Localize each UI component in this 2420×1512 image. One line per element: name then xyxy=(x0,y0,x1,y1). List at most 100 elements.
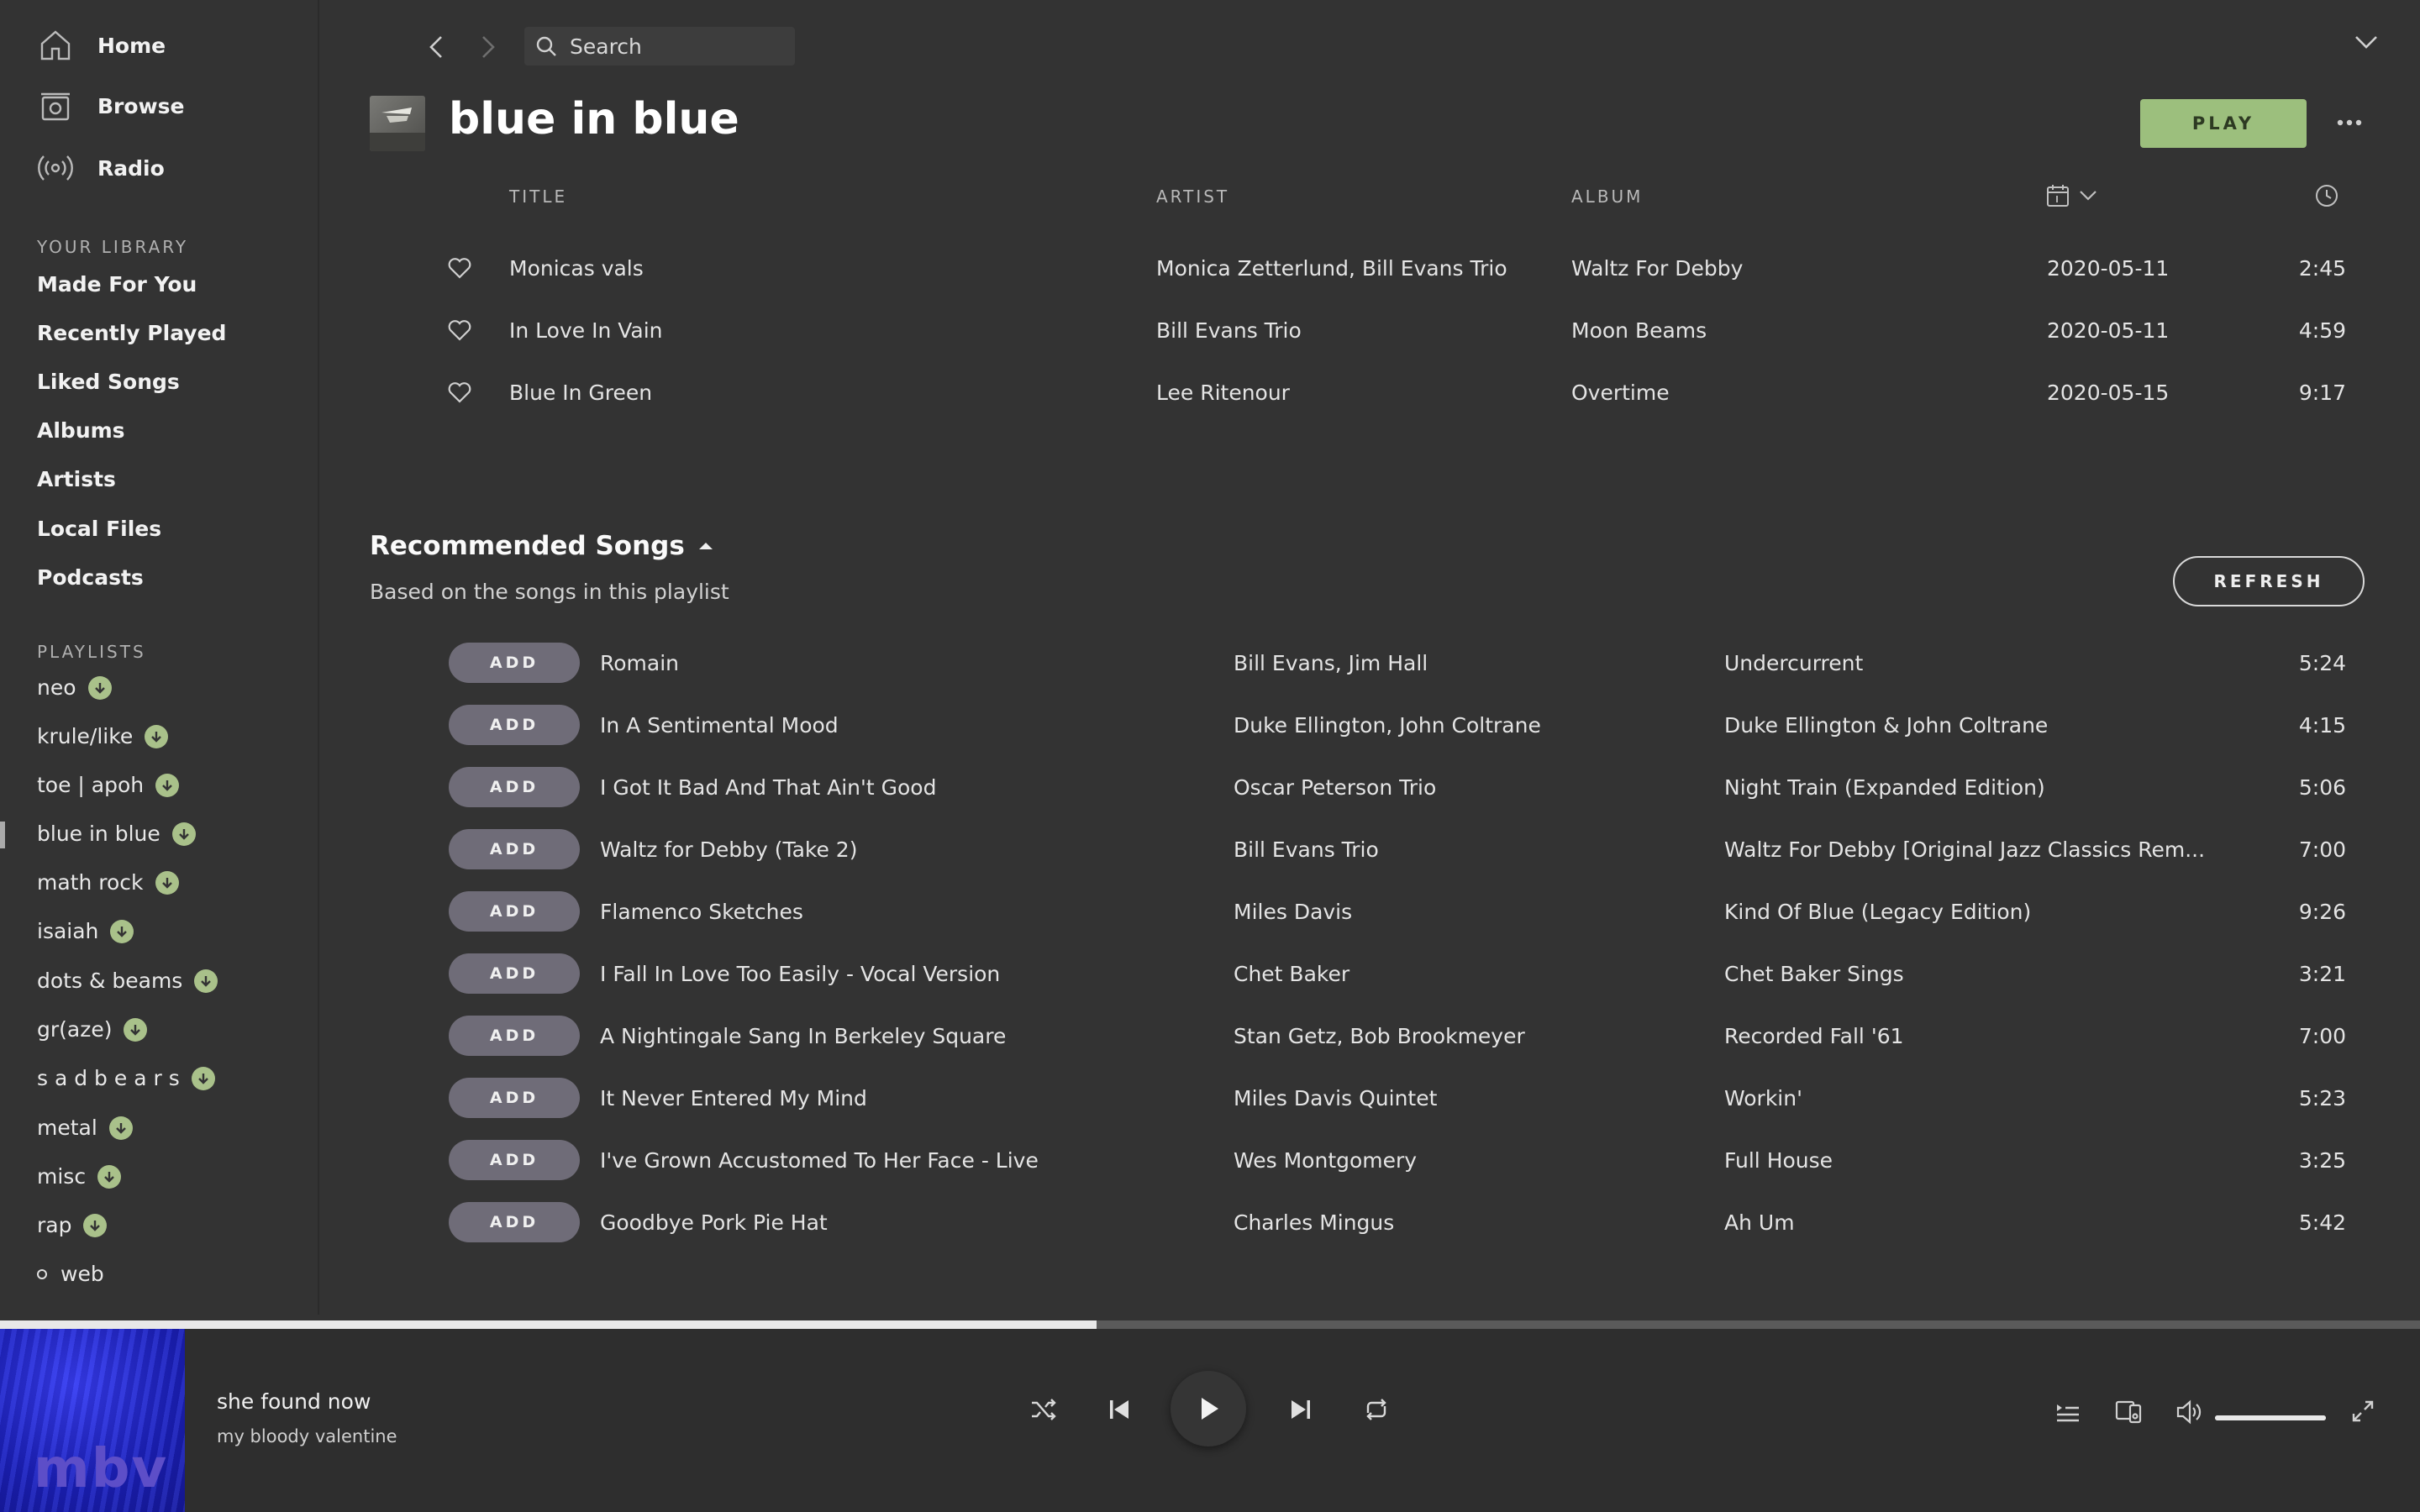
library-liked-songs[interactable]: Liked Songs xyxy=(37,370,180,394)
recommended-album[interactable]: Recorded Fall '61 xyxy=(1724,1005,1904,1067)
previous-button[interactable] xyxy=(1106,1396,1133,1423)
recommended-artist[interactable]: Stan Getz, Bob Brookmeyer xyxy=(1234,1005,1525,1067)
more-options-button[interactable] xyxy=(2333,108,2366,138)
track-album[interactable]: Waltz For Debby xyxy=(1571,237,1743,299)
add-button[interactable]: ADD xyxy=(449,1140,580,1180)
track-album[interactable]: Overtime xyxy=(1571,361,1670,423)
recommended-row[interactable]: ADD I Fall In Love Too Easily - Vocal Ver… xyxy=(370,942,2366,1005)
add-button[interactable]: ADD xyxy=(449,1078,580,1118)
recommended-artist[interactable]: Miles Davis Quintet xyxy=(1234,1067,1437,1129)
playlist-item-isaiah[interactable]: isaiah xyxy=(37,919,134,943)
recommended-artist[interactable]: Chet Baker xyxy=(1234,942,1349,1005)
recommended-row[interactable]: ADD I've Grown Accustomed To Her Face - L… xyxy=(370,1129,2366,1191)
recommended-album[interactable]: Chet Baker Sings xyxy=(1724,942,1904,1005)
nav-radio[interactable]: Radio xyxy=(37,144,165,192)
connect-device-button[interactable] xyxy=(2114,1398,2143,1426)
playlist-item-dots-beams[interactable]: dots & beams xyxy=(37,969,218,993)
nav-home[interactable]: Home xyxy=(37,22,166,69)
heart-icon[interactable] xyxy=(447,318,472,343)
volume-button[interactable] xyxy=(2175,1398,2203,1426)
account-dropdown[interactable] xyxy=(2349,25,2383,59)
recommended-row[interactable]: ADD A Nightingale Sang In Berkeley Square… xyxy=(370,1005,2366,1067)
add-button[interactable]: ADD xyxy=(449,829,580,869)
forward-button[interactable] xyxy=(471,30,504,64)
recommended-album[interactable]: Full House xyxy=(1724,1129,1833,1191)
fullscreen-button[interactable] xyxy=(2349,1398,2376,1425)
track-artist[interactable]: Bill Evans Trio xyxy=(1156,299,1302,361)
playlist-item-math-rock[interactable]: math rock xyxy=(37,870,179,895)
recommended-album[interactable]: Ah Um xyxy=(1724,1191,1795,1253)
track-row[interactable]: Blue In Green Lee Ritenour Overtime 2020-05… xyxy=(370,361,2366,423)
library-podcasts[interactable]: Podcasts xyxy=(37,565,144,590)
column-date-added[interactable] xyxy=(2045,183,2101,208)
recommended-album[interactable]: Undercurrent xyxy=(1724,632,1863,694)
recommended-artist[interactable]: Bill Evans, Jim Hall xyxy=(1234,632,1428,694)
column-album[interactable]: ALBUM xyxy=(1571,186,1643,207)
next-button[interactable] xyxy=(1287,1396,1314,1423)
recommended-artist[interactable]: Duke Ellington, John Coltrane xyxy=(1234,694,1541,756)
add-button[interactable]: ADD xyxy=(449,643,580,683)
playlist-item-rap[interactable]: rap xyxy=(37,1213,108,1237)
column-title[interactable]: TITLE xyxy=(509,186,567,207)
column-duration[interactable] xyxy=(2314,183,2339,208)
now-playing-album-art[interactable]: mbv xyxy=(0,1329,185,1512)
playlist-item-toe-apoh[interactable]: toe | apoh xyxy=(37,773,180,797)
recommended-row[interactable]: ADD Goodbye Pork Pie Hat Charles Mingus Ah … xyxy=(370,1191,2366,1253)
heart-icon[interactable] xyxy=(447,255,472,281)
track-artist[interactable]: Lee Ritenour xyxy=(1156,361,1290,423)
recommended-row[interactable]: ADD Romain Bill Evans, Jim Hall Undercurren… xyxy=(370,632,2366,694)
refresh-button[interactable]: REFRESH xyxy=(2173,556,2365,606)
recommended-row[interactable]: ADD I Got It Bad And That Ain't Good Oscar… xyxy=(370,756,2366,818)
recommended-row[interactable]: ADD Flamenco Sketches Miles Davis Kind Of B… xyxy=(370,880,2366,942)
track-album[interactable]: Moon Beams xyxy=(1571,299,1707,361)
playlist-item-neo[interactable]: neo xyxy=(37,675,112,700)
recommended-album[interactable]: Duke Ellington & John Coltrane xyxy=(1724,694,2048,756)
shuffle-button[interactable] xyxy=(1028,1394,1059,1425)
add-button[interactable]: ADD xyxy=(449,705,580,745)
playlist-item-sadbears[interactable]: s a d b e a r s xyxy=(37,1066,215,1090)
queue-button[interactable] xyxy=(2054,1398,2082,1426)
playlist-item-blue-in-blue[interactable]: blue in blue xyxy=(37,822,196,846)
recommended-artist[interactable]: Charles Mingus xyxy=(1234,1191,1394,1253)
playlist-item-web[interactable]: web xyxy=(37,1262,104,1286)
repeat-button[interactable] xyxy=(1361,1394,1392,1425)
recommended-artist[interactable]: Wes Montgomery xyxy=(1234,1129,1417,1191)
playlist-item-graze[interactable]: gr(aze) xyxy=(37,1017,148,1042)
track-artist[interactable]: Monica Zetterlund, Bill Evans Trio xyxy=(1156,237,1507,299)
play-button[interactable]: PLAY xyxy=(2140,99,2307,148)
column-artist[interactable]: ARTIST xyxy=(1156,186,1229,207)
search-input[interactable]: Search xyxy=(524,27,795,66)
now-playing-title[interactable]: she found now xyxy=(217,1389,371,1414)
add-button[interactable]: ADD xyxy=(449,767,580,807)
track-row[interactable]: Monicas vals Monica Zetterlund, Bill Evan… xyxy=(370,237,2366,299)
playback-progress-bar[interactable] xyxy=(0,1320,2420,1329)
recommended-album[interactable]: Workin' xyxy=(1724,1067,1802,1129)
play-pause-button[interactable] xyxy=(1171,1371,1246,1446)
back-button[interactable] xyxy=(420,30,454,64)
track-row[interactable]: In Love In Vain Bill Evans Trio Moon Beams… xyxy=(370,299,2366,361)
add-button[interactable]: ADD xyxy=(449,1016,580,1056)
recommended-artist[interactable]: Bill Evans Trio xyxy=(1234,818,1379,880)
volume-slider[interactable] xyxy=(2215,1415,2326,1420)
recommended-row[interactable]: ADD In A Sentimental Mood Duke Ellington, … xyxy=(370,694,2366,756)
library-made-for-you[interactable]: Made For You xyxy=(37,272,197,297)
recommended-header[interactable]: Recommended Songs xyxy=(370,531,717,561)
heart-icon[interactable] xyxy=(447,380,472,405)
add-button[interactable]: ADD xyxy=(449,891,580,932)
now-playing-artist[interactable]: my bloody valentine xyxy=(217,1426,397,1446)
add-button[interactable]: ADD xyxy=(449,1202,580,1242)
library-local-files[interactable]: Local Files xyxy=(37,517,161,541)
recommended-album[interactable]: Kind Of Blue (Legacy Edition) xyxy=(1724,880,2031,942)
library-albums[interactable]: Albums xyxy=(37,418,125,443)
library-artists[interactable]: Artists xyxy=(37,467,116,491)
playlist-item-krule-like[interactable]: krule/like xyxy=(37,724,169,748)
add-button[interactable]: ADD xyxy=(449,953,580,994)
recommended-row[interactable]: ADD Waltz for Debby (Take 2) Bill Evans Tr… xyxy=(370,818,2366,880)
library-recently-played[interactable]: Recently Played xyxy=(37,321,226,345)
nav-browse[interactable]: Browse xyxy=(37,82,185,129)
playlist-item-misc[interactable]: misc xyxy=(37,1164,122,1189)
recommended-row[interactable]: ADD It Never Entered My Mind Miles Davis Q… xyxy=(370,1067,2366,1129)
recommended-album[interactable]: Night Train (Expanded Edition) xyxy=(1724,756,2045,818)
recommended-album[interactable]: Waltz For Debby [Original Jazz Classics … xyxy=(1724,818,2205,880)
recommended-artist[interactable]: Miles Davis xyxy=(1234,880,1352,942)
